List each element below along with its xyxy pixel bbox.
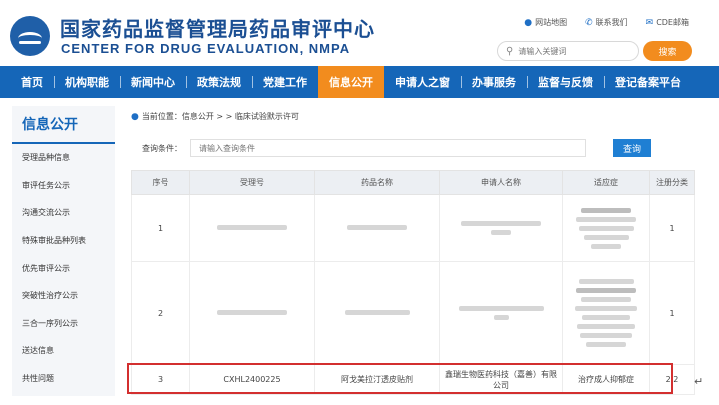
cell-acceptance-no: CXHL2400225 [189,364,315,395]
cell-drug-name-blurred [314,261,440,365]
sidebar-item-priority-review[interactable]: 优先审评公示 [12,254,115,282]
mail-link-label: CDE邮箱 [656,18,689,27]
table-row[interactable]: 3 CXHL2400225 阿戈美拉汀透皮贴剂 鑫瑞生物医药科技（嘉善）有限公司… [131,364,695,395]
cell-indication-blurred [562,261,650,365]
cell-applicant: 鑫瑞生物医药科技（嘉善）有限公司 [439,364,563,395]
col-header-acceptance-no: 受理号 [189,170,315,195]
cde-logo-icon[interactable] [10,16,50,56]
mail-link[interactable]: ✉ CDE邮箱 [646,17,689,28]
breadcrumb-text: 当前位置：信息公开 > > 临床试验默示许可 [141,112,299,121]
cell-applicant-blurred [439,261,563,365]
query-bar: 查询条件： 查询 [132,137,694,161]
phone-icon: ✆ [585,17,593,28]
location-pin-icon: ● [131,111,139,122]
query-label: 查询条件： [142,144,182,153]
sidebar-item-breakthrough[interactable]: 突破性治疗公示 [12,282,115,310]
cell-applicant-blurred [439,194,563,262]
nav-item-registration[interactable]: 登记备案平台 [604,66,692,98]
site-title-cn[interactable]: 国家药品监督管理局药品审评中心 [60,13,375,42]
breadcrumb: ● 当前位置：信息公开 > > 临床试验默示许可 [131,111,299,122]
sitemap-link-label: 网站地图 [535,18,568,27]
search-icon: ⚲ [506,45,514,57]
site-search-button[interactable]: 搜索 [643,41,692,61]
cell-acceptance-no-blurred [189,194,315,262]
nav-item-news[interactable]: 新闻中心 [120,66,186,98]
sidebar-item-special-approval[interactable]: 特殊审批品种列表 [12,227,115,255]
site-search-box: ⚲ [497,41,639,61]
col-header-category: 注册分类 [649,170,695,195]
cell-no: 3 [131,364,190,395]
nav-item-info-disclosure[interactable]: 信息公开 [318,66,384,98]
table-row[interactable]: 2 1 [131,261,695,365]
results-table: 序号 受理号 药品名称 申请人名称 适应症 注册分类 1 1 2 1 3 CXH… [131,170,695,395]
return-mark: ↵ [694,375,704,388]
sidebar-item-communication[interactable]: 沟通交流公示 [12,199,115,227]
query-button[interactable]: 查询 [613,139,651,157]
site-header: 国家药品监督管理局药品审评中心 CENTER FOR DRUG EVALUATI… [0,0,719,66]
site-search-input[interactable] [518,46,629,56]
cell-no: 1 [131,194,190,262]
nav-item-party[interactable]: 党建工作 [252,66,318,98]
top-links: ● 网站地图 ✆ 联系我们 ✉ CDE邮箱 [524,17,689,28]
nav-item-policy[interactable]: 政策法规 [186,66,252,98]
nav-item-home[interactable]: 首页 [10,66,54,98]
sitemap-link[interactable]: ● 网站地图 [524,17,567,28]
cell-no: 2 [131,261,190,365]
sidebar-item-common-issues[interactable]: 共性问题 [12,365,115,393]
query-input[interactable] [190,139,586,157]
sidebar-item-delivery[interactable]: 送达信息 [12,337,115,365]
col-header-drug-name: 药品名称 [314,170,440,195]
cell-drug-name: 阿戈美拉汀透皮贴剂 [314,364,440,395]
col-header-indication: 适应症 [562,170,650,195]
table-row[interactable]: 1 1 [131,194,695,262]
cell-category: 1 [649,194,695,262]
sidebar-item-review-tasks[interactable]: 审评任务公示 [12,172,115,200]
main-nav: 首页 机构职能 新闻中心 政策法规 党建工作 信息公开 申请人之窗 办事服务 监… [0,66,719,98]
sidebar-title: 信息公开 [12,106,115,144]
nav-item-applicant[interactable]: 申请人之窗 [384,66,461,98]
cell-category: 2.2 [649,364,695,395]
col-header-applicant: 申请人名称 [439,170,563,195]
table-header-row: 序号 受理号 药品名称 申请人名称 适应症 注册分类 [131,170,695,195]
cell-category: 1 [649,261,695,365]
cell-acceptance-no-blurred [189,261,315,365]
contact-link-label: 联系我们 [595,18,628,27]
nav-item-functions[interactable]: 机构职能 [54,66,120,98]
col-header-no: 序号 [131,170,190,195]
nav-item-feedback[interactable]: 监督与反馈 [527,66,604,98]
site-title-en: CENTER FOR DRUG EVALUATION, NMPA [61,41,351,56]
cell-indication: 治疗成人抑郁症 [562,364,650,395]
nav-item-services[interactable]: 办事服务 [461,66,527,98]
sidebar-item-accepted[interactable]: 受理品种信息 [12,144,115,172]
cell-indication-blurred [562,194,650,262]
cell-drug-name-blurred [314,194,440,262]
location-pin-icon: ● [524,17,533,28]
mail-icon: ✉ [645,17,654,28]
contact-link[interactable]: ✆ 联系我们 [585,17,628,28]
sidebar: 信息公开 受理品种信息 审评任务公示 沟通交流公示 特殊审批品种列表 优先审评公… [12,106,115,396]
sidebar-item-three-in-one[interactable]: 三合一序列公示 [12,310,115,338]
